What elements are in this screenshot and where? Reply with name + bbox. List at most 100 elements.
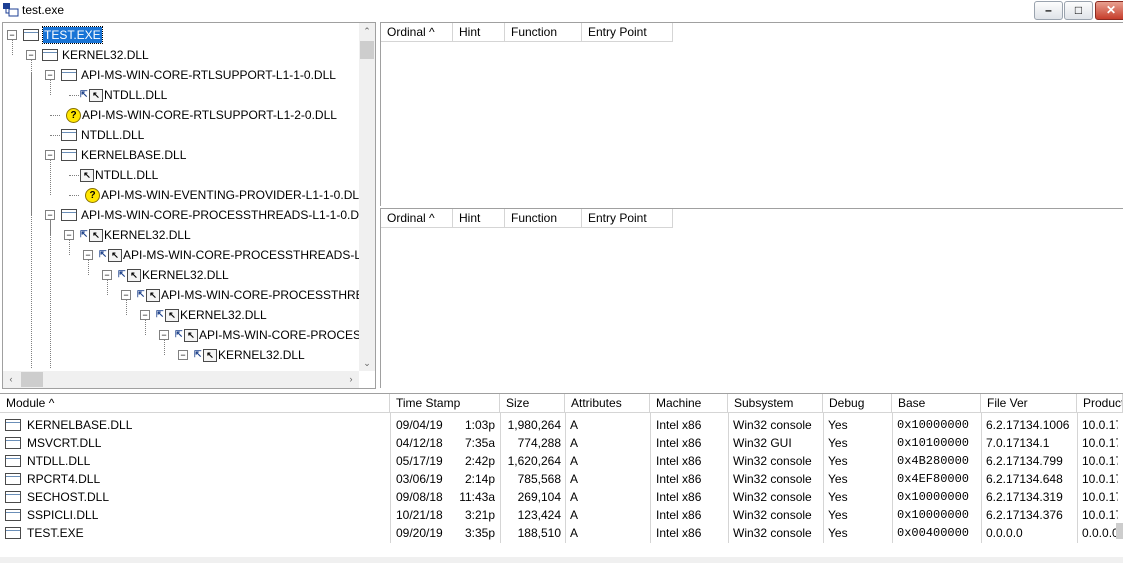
collapse-node-icon[interactable]: − <box>45 150 55 160</box>
parent-imports-list[interactable]: Ordinal ^ Hint Function Entry Point <box>380 22 1123 206</box>
module-icon <box>61 69 77 81</box>
collapse-node-icon[interactable]: − <box>45 70 55 80</box>
tree-node[interactable]: −⇱↖API-MS-WIN-CORE-PROCESSTHREADS-L1-1-0… <box>3 245 375 265</box>
tree-node-label: API-MS-WIN-EVENTING-PROVIDER-L1-1-0.DLL <box>101 188 366 202</box>
module-row[interactable]: KERNELBASE.DLL 09/04/19 1:03p 1,980,264 A Int… <box>0 416 1123 434</box>
module-header-module[interactable]: Module ^ <box>0 394 390 413</box>
module-attributes: A <box>570 472 579 486</box>
module-file-ver: 6.2.17134.376 <box>986 508 1063 522</box>
module-list[interactable]: Module ^ Time Stamp Size Attributes Mach… <box>0 393 1123 563</box>
module-size: 1,980,264 <box>507 418 561 432</box>
collapse-node-icon[interactable]: − <box>64 230 74 240</box>
scroll-up-icon[interactable]: ⌃ <box>359 23 375 39</box>
title-bar: test.exe – □ ✕ <box>0 0 1123 21</box>
module-row[interactable]: TEST.EXE 09/20/19 3:35p 188,510 A Intel x86 Wi… <box>0 524 1123 542</box>
exports-header-function[interactable]: Function <box>505 209 582 228</box>
module-icon <box>5 419 21 431</box>
module-header-time-stamp[interactable]: Time Stamp <box>390 394 500 413</box>
exports-header-hint[interactable]: Hint <box>453 209 505 228</box>
module-size: 774,288 <box>517 436 561 450</box>
exports-header-entry-point[interactable]: Entry Point <box>582 209 673 228</box>
tree-node[interactable]: − ⇱ ↖ KERNEL32.DLL <box>3 345 359 365</box>
tree-node-label: KERNEL32.DLL <box>142 268 229 282</box>
module-list-horizontal-scrollbar[interactable] <box>0 557 1123 563</box>
collapse-node-icon[interactable]: − <box>102 270 112 280</box>
tree-vertical-scrollbar[interactable]: ⌃ ⌄ <box>359 23 375 371</box>
tree-connector-line <box>69 95 79 96</box>
collapse-node-icon[interactable]: − <box>7 30 17 40</box>
tree-node[interactable]: ↖ NTDLL.DLL <box>3 165 359 185</box>
scroll-left-icon[interactable]: ‹ <box>3 371 19 388</box>
module-row[interactable]: RPCRT4.DLL 03/06/19 2:14p 785,568 A Intel x86… <box>0 470 1123 488</box>
module-header-base[interactable]: Base <box>892 394 981 413</box>
forwarded-module-icon: ↖ <box>203 349 217 362</box>
tree-node[interactable]: NTDLL.DLL <box>3 125 359 145</box>
forwarded-module-icon: ↖ <box>108 249 122 262</box>
tree-node[interactable]: − ⇱ ↖ KERNEL32.DLL <box>3 305 359 325</box>
tree-node[interactable]: − API-MS-WIN-CORE-PROCESSTHREADS-L1-1-0.D… <box>3 205 372 225</box>
module-list-vertical-scroll-thumb[interactable] <box>1116 523 1123 539</box>
collapse-node-icon[interactable]: − <box>140 310 150 320</box>
exports-header-ordinal[interactable]: Ordinal ^ <box>381 209 453 228</box>
exports-list[interactable]: Ordinal ^ Hint Function Entry Point <box>380 208 1123 388</box>
module-header-machine[interactable]: Machine <box>650 394 728 413</box>
module-date: 05/17/19 <box>396 454 443 468</box>
module-date: 09/20/19 <box>396 526 443 540</box>
module-header-size[interactable]: Size <box>500 394 565 413</box>
tree-node[interactable]: − ⇱ ↖ KERNEL32.DLL <box>3 265 359 285</box>
collapse-node-icon[interactable]: − <box>45 210 55 220</box>
module-header-file-ver[interactable]: File Ver <box>981 394 1077 413</box>
tree-node[interactable]: − KERNEL32.DLL <box>3 45 359 65</box>
imports-header-entry-point[interactable]: Entry Point <box>582 23 673 42</box>
module-file-ver: 6.2.17134.1006 <box>986 418 1070 432</box>
tree-node[interactable]: − KERNELBASE.DLL <box>3 145 359 165</box>
module-icon <box>61 129 77 141</box>
tree-node[interactable]: − TEST.EXE <box>3 25 359 45</box>
module-row[interactable]: SSPICLI.DLL 10/21/18 3:21p 123,424 A Intel x8… <box>0 506 1123 524</box>
module-row[interactable]: MSVCRT.DLL 04/12/18 7:35a 774,288 A Intel x86… <box>0 434 1123 452</box>
tree-node[interactable]: − ⇱ ↖ KERNEL32.DLL <box>3 225 359 245</box>
module-row[interactable]: SECHOST.DLL 09/08/18 11:43a 269,104 A Intel x… <box>0 488 1123 506</box>
collapse-node-icon[interactable]: − <box>26 50 36 60</box>
module-subsystem: Win32 console <box>733 526 812 540</box>
module-name: SECHOST.DLL <box>27 490 110 504</box>
module-header-attributes[interactable]: Attributes <box>565 394 650 413</box>
tree-horizontal-scrollbar[interactable]: ‹ › <box>3 371 359 388</box>
tree-node[interactable]: −⇱↖API-MS-WIN-CORE-PROCESSTHREADS-L1-1-0… <box>3 285 375 305</box>
scroll-down-icon[interactable]: ⌄ <box>359 355 375 371</box>
close-button[interactable]: ✕ <box>1095 1 1123 20</box>
tree-node[interactable]: − API-MS-WIN-CORE-RTLSUPPORT-L1-1-0.DLL <box>3 65 359 85</box>
imports-header-ordinal[interactable]: Ordinal ^ <box>381 23 453 42</box>
module-date: 09/08/18 <box>396 490 443 504</box>
tree-horizontal-scroll-thumb[interactable] <box>21 372 43 387</box>
module-header-debug[interactable]: Debug <box>823 394 892 413</box>
maximize-button[interactable]: □ <box>1064 1 1093 20</box>
dependency-tree-pane[interactable]: − TEST.EXE − KERNEL32.DLL − API-MS-WIN-CORE-R… <box>2 22 376 389</box>
imports-header-hint[interactable]: Hint <box>453 23 505 42</box>
tree-node[interactable]: −⇱↖API-MS-WIN-CORE-PROCESSTHREADS-L1-1-0… <box>3 325 375 345</box>
module-subsystem: Win32 GUI <box>733 436 792 450</box>
module-debug: Yes <box>828 508 848 522</box>
tree-node-label: API-MS-WIN-CORE-PROCESSTHREADS-L1-1-0.DL… <box>199 328 375 342</box>
tree-connector-line <box>69 195 79 196</box>
module-file-ver: 6.2.17134.799 <box>986 454 1063 468</box>
collapse-node-icon[interactable]: − <box>121 290 131 300</box>
module-header-subsystem[interactable]: Subsystem <box>728 394 823 413</box>
tree-node[interactable]: ? API-MS-WIN-EVENTING-PROVIDER-L1-1-0.DLL <box>3 185 366 205</box>
collapse-node-icon[interactable]: − <box>159 330 169 340</box>
tree-node[interactable]: ⇱ ↖ NTDLL.DLL <box>3 85 359 105</box>
module-machine: Intel x86 <box>656 436 702 450</box>
module-header-product-ver[interactable]: Product Ver <box>1077 394 1123 413</box>
module-date: 03/06/19 <box>396 472 443 486</box>
imports-header-function[interactable]: Function <box>505 23 582 42</box>
module-subsystem: Win32 console <box>733 418 812 432</box>
scroll-right-icon[interactable]: › <box>343 371 359 388</box>
collapse-node-icon[interactable]: − <box>178 350 188 360</box>
collapse-node-icon[interactable]: − <box>83 250 93 260</box>
tree-connector-line <box>69 175 79 176</box>
tree-node[interactable]: ? API-MS-WIN-CORE-RTLSUPPORT-L1-2-0.DLL <box>3 105 359 125</box>
tree-vertical-scroll-thumb[interactable] <box>360 41 374 59</box>
module-product-ver: 10.0.17134.1 <box>1082 436 1118 450</box>
module-row[interactable]: NTDLL.DLL 05/17/19 2:42p 1,620,264 A Intel x8… <box>0 452 1123 470</box>
minimize-button[interactable]: – <box>1034 1 1063 20</box>
